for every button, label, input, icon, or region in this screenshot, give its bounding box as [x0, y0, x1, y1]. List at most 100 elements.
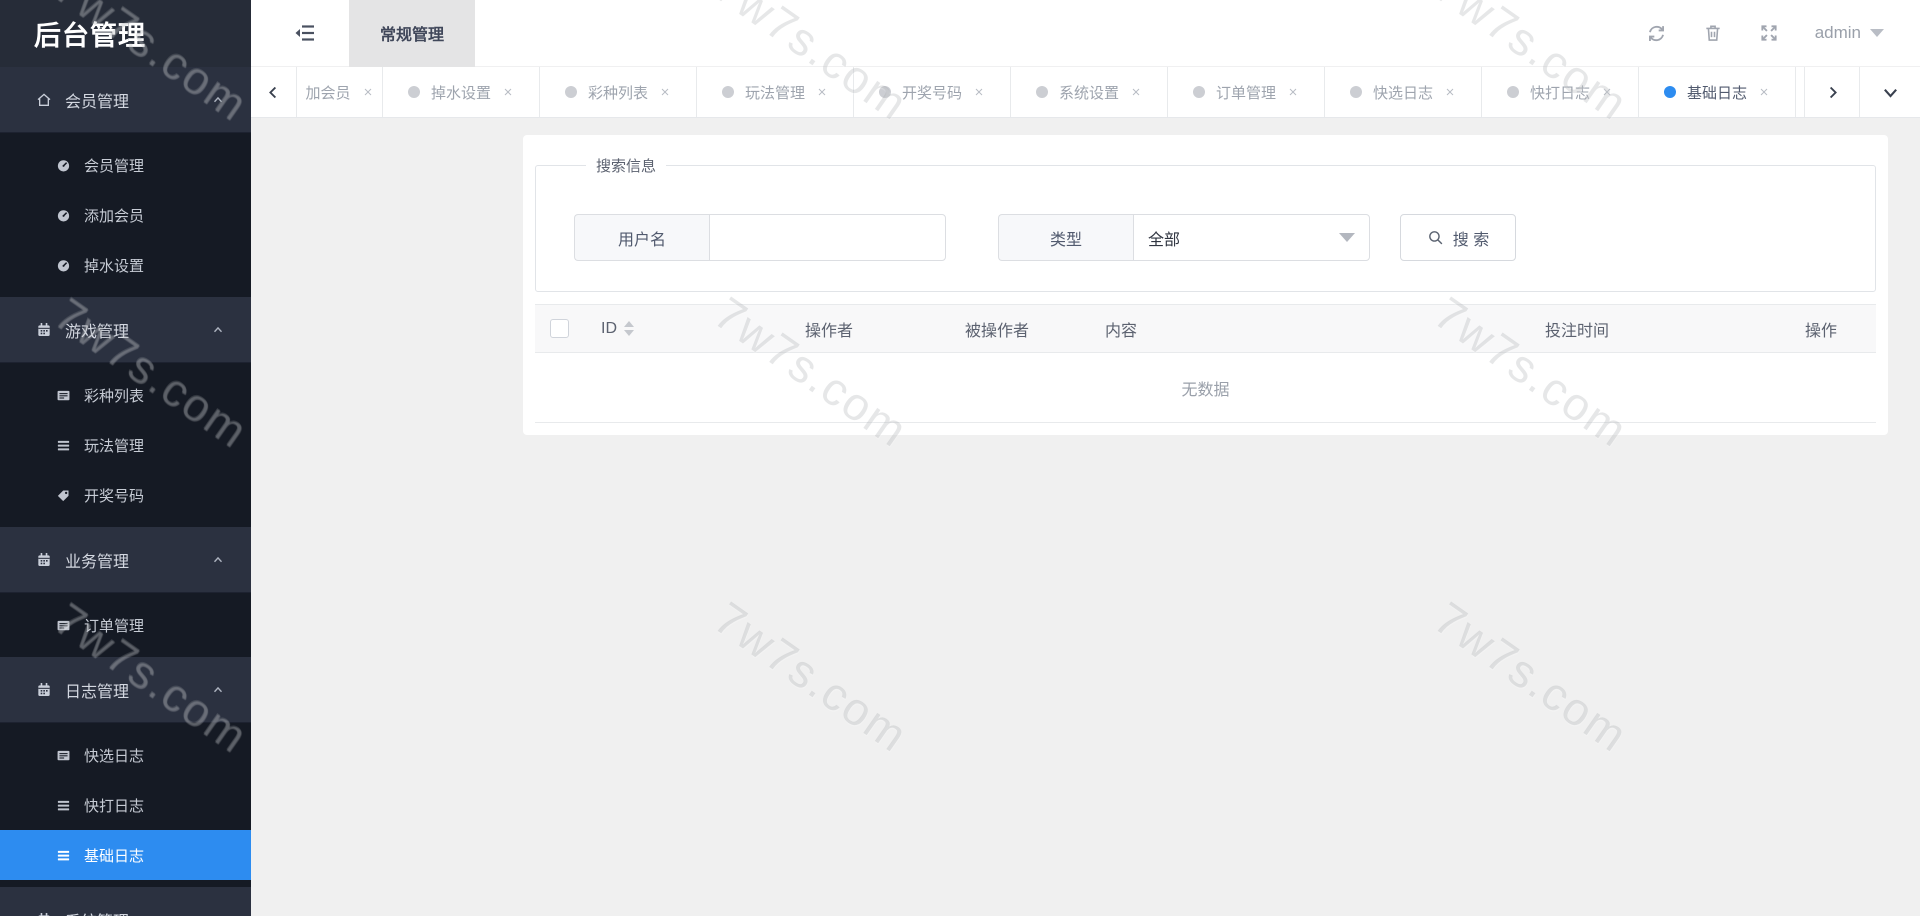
close-icon[interactable]: [1287, 86, 1299, 98]
refresh-icon[interactable]: [1646, 23, 1667, 44]
tab-status-dot: [1035, 86, 1048, 98]
username-group: 用户名: [574, 214, 946, 261]
sidebar-item-label: 订单管理: [84, 617, 145, 635]
close-icon[interactable]: [1601, 86, 1613, 98]
tab-订单管理[interactable]: 订单管理: [1168, 67, 1325, 117]
tab-加会员[interactable]: 加会员: [297, 67, 383, 117]
sidebar-submenu-业务管理: 订单管理: [0, 593, 251, 657]
sidebar-group-系统管理[interactable]: 系统管理: [0, 887, 251, 916]
search-button[interactable]: 搜 索: [1400, 214, 1516, 261]
sidebar-item-订单管理[interactable]: 订单管理: [0, 600, 251, 650]
username-label: 用户名: [574, 214, 709, 261]
sidebar-item-快打日志[interactable]: 快打日志: [0, 780, 251, 830]
type-group: 类型 全部: [998, 214, 1370, 261]
topbar-actions: admin: [1646, 23, 1920, 44]
sidebar-item-label: 玩法管理: [84, 437, 145, 455]
column-header-操作者: 操作者: [787, 305, 947, 352]
sidebar-group-label: 系统管理: [65, 908, 129, 916]
close-icon[interactable]: [502, 86, 514, 98]
topbar-tab-general[interactable]: 常规管理: [349, 0, 475, 67]
sidebar-item-会员管理[interactable]: 会员管理: [0, 140, 251, 190]
column-label: ID: [601, 319, 617, 337]
column-header-ID: ID: [583, 305, 787, 352]
tab-status-dot: [564, 86, 577, 98]
close-icon[interactable]: [1758, 86, 1770, 98]
sidebar-item-label: 会员管理: [84, 157, 145, 175]
tab-status-dot: [1349, 86, 1362, 98]
tab-label: 基础日志: [1686, 84, 1747, 102]
tab-彩种列表[interactable]: 彩种列表: [540, 67, 697, 117]
column-label: 被操作者: [965, 322, 1030, 340]
search-form-row: 用户名 类型 全部 搜 索: [574, 214, 1875, 261]
tab-快打日志[interactable]: 快打日志: [1482, 67, 1639, 117]
close-icon[interactable]: [816, 86, 828, 98]
sidebar-item-label: 添加会员: [84, 207, 145, 225]
username-input[interactable]: [724, 228, 931, 247]
user-menu[interactable]: admin: [1815, 23, 1884, 43]
fullscreen-icon[interactable]: [1759, 23, 1779, 43]
trash-icon[interactable]: [1703, 23, 1723, 43]
tab-label: 加会员: [305, 84, 351, 102]
sidebar-submenu-会员管理: 会员管理添加会员掉水设置: [0, 133, 251, 297]
news-icon: [56, 618, 71, 633]
sidebar-item-掉水设置[interactable]: 掉水设置: [0, 240, 251, 290]
close-icon[interactable]: [973, 86, 985, 98]
chevron-up-icon: [211, 93, 225, 107]
tabs-scroll-right-button[interactable]: [1804, 67, 1860, 117]
table-empty-row: 无数据: [535, 353, 1876, 423]
sort-icon[interactable]: [624, 321, 634, 336]
watermark-text: 7w7s.com: [1425, 591, 1638, 763]
sidebar-group-日志管理[interactable]: 日志管理: [0, 657, 251, 723]
select-caret-icon: [1339, 233, 1355, 242]
sidebar-item-基础日志[interactable]: 基础日志: [0, 830, 251, 880]
table-header-row: ID 操作者 被操作者 内容 投注时间 操作: [535, 304, 1876, 353]
username-field-wrap: [709, 214, 946, 261]
sidebar-item-添加会员[interactable]: 添加会员: [0, 190, 251, 240]
home-icon: [36, 92, 52, 108]
type-select-value: 全部: [1148, 231, 1181, 249]
sidebar-item-彩种列表[interactable]: 彩种列表: [0, 370, 251, 420]
chevron-up-icon: [211, 323, 225, 337]
empty-text: 无数据: [1181, 381, 1230, 399]
sidebar-group-会员管理[interactable]: 会员管理: [0, 67, 251, 133]
close-icon[interactable]: [362, 86, 374, 98]
tag-icon: [56, 488, 71, 503]
close-icon[interactable]: [1444, 86, 1456, 98]
tab-玩法管理[interactable]: 玩法管理: [697, 67, 854, 117]
column-header-操作: 操作: [1787, 305, 1876, 352]
sidebar-fold-icon[interactable]: [293, 21, 317, 45]
sidebar-item-label: 彩种列表: [84, 387, 145, 405]
tab-status-dot: [407, 86, 420, 98]
column-label: 操作者: [805, 322, 854, 340]
tab-label: 订单管理: [1215, 84, 1276, 102]
tab-快选日志[interactable]: 快选日志: [1325, 67, 1482, 117]
sidebar-group-游戏管理[interactable]: 游戏管理: [0, 297, 251, 363]
tab-label: 快打日志: [1529, 84, 1590, 102]
tab-基础日志[interactable]: 基础日志: [1639, 67, 1796, 117]
search-icon: [1427, 229, 1444, 246]
sidebar-group-业务管理[interactable]: 业务管理: [0, 527, 251, 593]
calendar-icon: [36, 912, 52, 916]
close-icon[interactable]: [1130, 86, 1142, 98]
user-name: admin: [1814, 23, 1861, 42]
tabs-dropdown-button[interactable]: [1860, 67, 1920, 117]
tab-开奖号码[interactable]: 开奖号码: [854, 67, 1011, 117]
tab-系统设置[interactable]: 系统设置: [1011, 67, 1168, 117]
sidebar-menu: 会员管理 会员管理 添加会员 掉水设置 游戏管理 彩种列表 玩法管理 开奖号码 业务管理 订单管理…: [0, 67, 251, 916]
column-label: 操作: [1805, 322, 1838, 340]
column-header-被操作者: 被操作者: [947, 305, 1087, 352]
watermark-text: 7w7s.com: [705, 591, 918, 763]
sidebar-item-玩法管理[interactable]: 玩法管理: [0, 420, 251, 470]
tab-label: 快选日志: [1372, 84, 1433, 102]
sidebar-item-快选日志[interactable]: 快选日志: [0, 730, 251, 780]
close-icon[interactable]: [659, 86, 671, 98]
select-all-checkbox[interactable]: [549, 319, 569, 338]
sidebar-item-开奖号码[interactable]: 开奖号码: [0, 470, 251, 520]
column-label: 内容: [1105, 322, 1138, 340]
sidebar-item-label: 快选日志: [84, 747, 145, 765]
log-table: ID 操作者 被操作者 内容 投注时间 操作 无数据: [535, 304, 1876, 423]
tab-掉水设置[interactable]: 掉水设置: [383, 67, 540, 117]
search-button-label: 搜 索: [1452, 231, 1490, 249]
tabs-scroll-left-button[interactable]: [251, 67, 297, 117]
type-select[interactable]: 全部: [1133, 214, 1370, 261]
